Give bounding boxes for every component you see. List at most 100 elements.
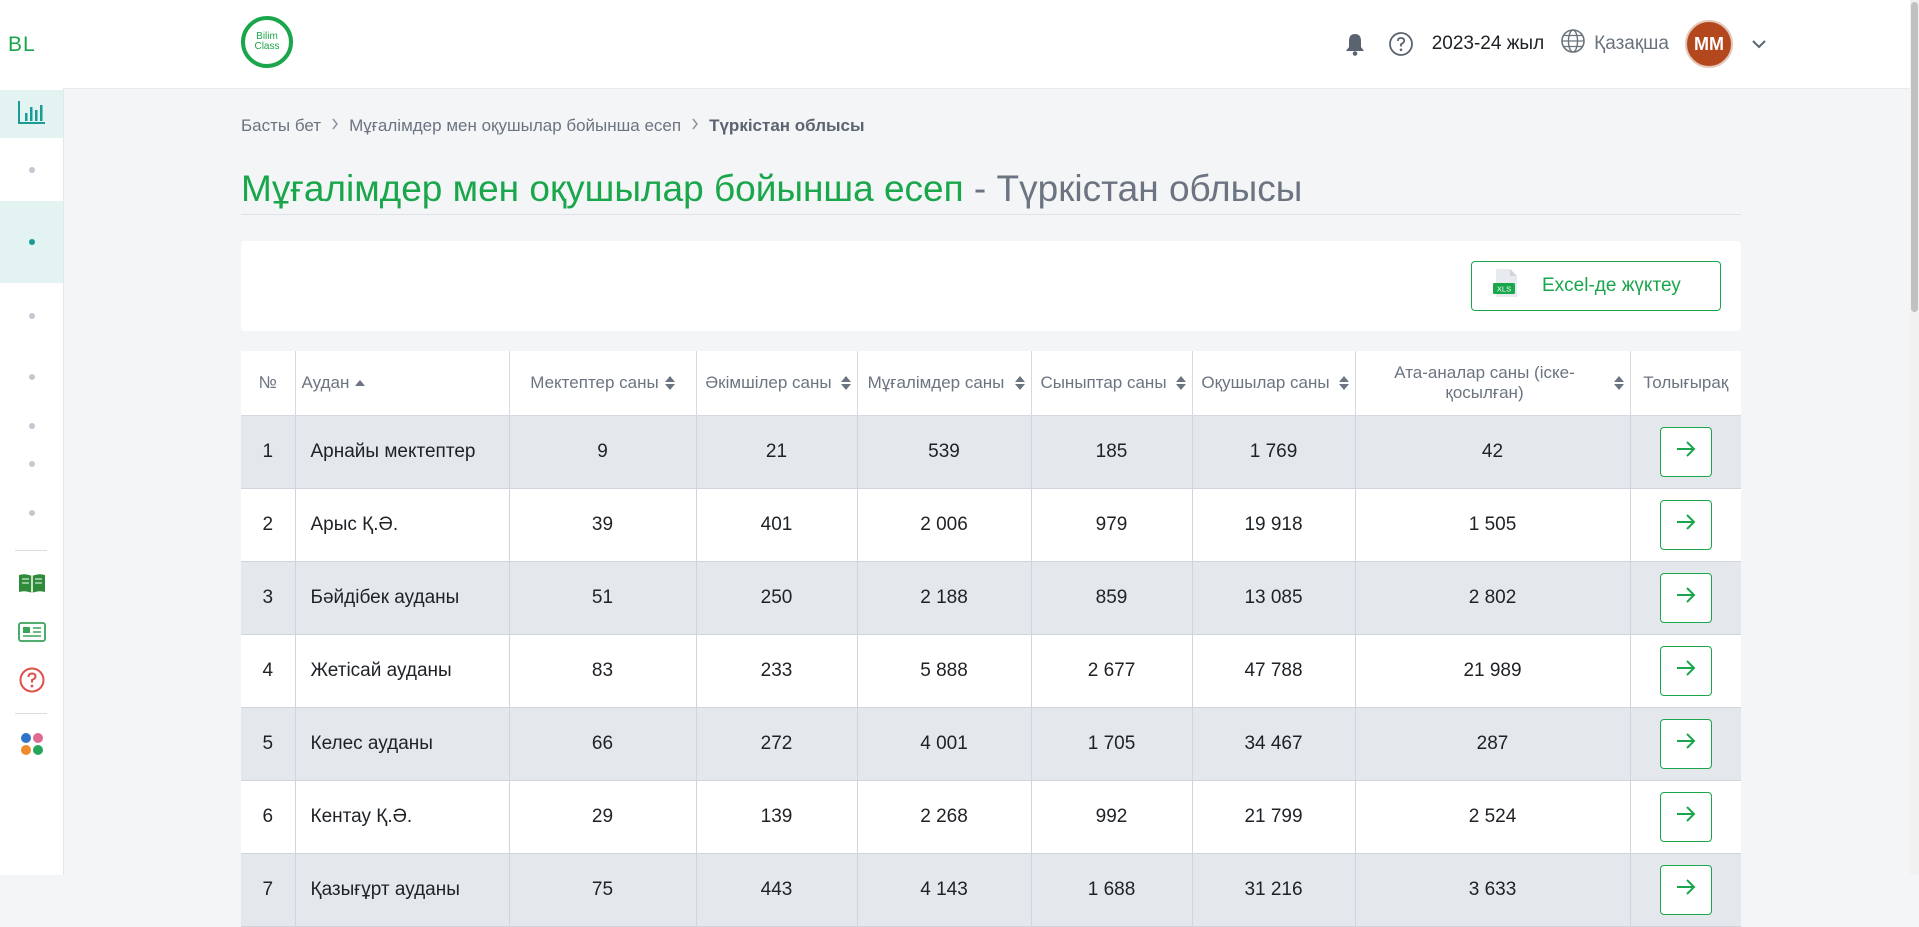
table-row: 5 Келес ауданы 66 272 4 001 1 705 34 467 287 [241,707,1741,781]
sidebar-item-2[interactable] [0,201,63,283]
cell-teachers: 5 888 [857,634,1032,708]
sidebar-item-5[interactable] [0,406,63,446]
cell-classes: 1 688 [1031,853,1193,927]
cell-district: Жетісай ауданы [295,634,510,708]
header-num: № [241,351,296,416]
cell-num: 7 [241,853,296,927]
sidebar-item-apps[interactable] [0,728,63,764]
cell-classes: 992 [1031,780,1193,854]
excel-download-label: Excel-де жүктеу [1542,275,1681,296]
sort-asc-icon [355,380,366,386]
cell-classes: 859 [1031,561,1193,635]
dot-icon [28,461,35,467]
brand-logo[interactable]: Bilim Class [241,16,293,68]
cell-teachers: 2 268 [857,780,1032,854]
header-district-label: Аудан [301,373,350,392]
chevron-right-icon [331,117,339,135]
cell-district: Бәйдібек ауданы [295,561,510,635]
cell-classes: 185 [1031,415,1193,489]
cell-num: 1 [241,415,296,489]
cell-students: 31 216 [1192,853,1356,927]
cell-district: Келес ауданы [295,707,510,781]
title-divider [241,214,1741,215]
cell-teachers: 2 006 [857,488,1032,562]
top-header: Bilim Class 2023-24 жыл Қазақша MM [63,0,1919,89]
cell-admins: 139 [696,780,858,854]
cell-students: 21 799 [1192,780,1356,854]
header-actions: 2023-24 жыл Қазақша MM [1340,0,1769,88]
header-more: Толығырақ [1630,351,1741,416]
details-button[interactable] [1659,427,1712,477]
cell-num: 2 [241,488,296,562]
chevron-down-icon[interactable] [1749,34,1769,54]
arrow-right-icon [1675,805,1697,829]
sort-icon [664,376,675,390]
header-parents-label: Ата-аналар саны (іске-қосылған) [1394,363,1575,402]
cell-students: 34 467 [1192,707,1356,781]
dot-icon [28,239,35,245]
details-button[interactable] [1659,500,1712,550]
sort-icon [1014,376,1025,390]
table-row: 3 Бәйдібек ауданы 51 250 2 188 859 13 085 2 802 [241,561,1741,635]
sidebar-item-library[interactable] [0,567,63,603]
breadcrumb-home[interactable]: Басты бет [241,116,321,136]
header-classes[interactable]: Сыныптар саны [1031,351,1193,416]
sidebar-item-1[interactable] [0,150,63,190]
cell-admins: 401 [696,488,858,562]
arrow-right-icon [1675,659,1697,683]
breadcrumb-report[interactable]: Мұғалімдер мен оқушылар бойынша есеп [349,116,681,136]
cell-more [1630,707,1741,781]
avatar[interactable]: MM [1685,20,1733,68]
xls-badge: XLS [1497,285,1511,294]
cell-schools: 83 [509,634,697,708]
sort-icon [840,376,851,390]
dot-icon [28,167,35,173]
header-schools[interactable]: Мектептер саны [509,351,697,416]
cell-classes: 1 705 [1031,707,1193,781]
details-button[interactable] [1659,646,1712,696]
cell-schools: 51 [509,561,697,635]
header-district[interactable]: Аудан [295,351,510,416]
details-button[interactable] [1659,792,1712,842]
cell-admins: 21 [696,415,858,489]
language-selector[interactable]: Қазақша [1560,28,1669,60]
excel-download-button[interactable]: XLS Excel-де жүктеу [1471,261,1721,311]
breadcrumb: Басты бет Мұғалімдер мен оқушылар бойынш… [241,116,865,136]
header-students[interactable]: Оқушылар саны [1192,351,1356,416]
arrow-right-icon [1675,586,1697,610]
header-parents[interactable]: Ата-аналар саны (іске-қосылған) [1355,351,1631,416]
header-schools-label: Мектептер саны [530,373,659,392]
header-students-label: Оқушылар саны [1201,373,1330,392]
sidebar-item-help[interactable] [0,664,63,700]
cell-num: 4 [241,634,296,708]
cell-students: 47 788 [1192,634,1356,708]
sidebar-divider [15,713,47,714]
table-row: 1 Арнайы мектептер 9 21 539 185 1 769 42 [241,415,1741,489]
bell-icon[interactable] [1340,29,1370,59]
details-button[interactable] [1659,719,1712,769]
breadcrumb-current: Түркістан облысы [709,116,865,135]
page-title-region: - Түркістан облысы [963,168,1303,209]
sidebar-item-3[interactable] [0,296,63,336]
table-row: 7 Қазығұрт ауданы 75 443 4 143 1 688 31 216 3 6… [241,853,1741,927]
sidebar-item-reports[interactable] [0,90,63,138]
sidebar-item-6[interactable] [0,444,63,484]
cell-parents: 1 505 [1355,488,1631,562]
help-circle-icon[interactable] [1386,29,1416,59]
details-button[interactable] [1659,573,1712,623]
sort-icon [1175,376,1186,390]
details-button[interactable] [1659,865,1712,915]
page-scrollbar[interactable] [1910,0,1919,875]
sort-icon [1613,376,1624,390]
header-teachers[interactable]: Мұғалімдер саны [857,351,1032,416]
sidebar-item-4[interactable] [0,357,63,397]
sidebar-item-news[interactable] [0,616,63,652]
header-teachers-label: Мұғалімдер саны [867,373,1005,392]
cell-district: Қазығұрт ауданы [295,853,510,927]
cell-more [1630,415,1741,489]
sidebar-item-7[interactable] [0,493,63,533]
header-admins[interactable]: Әкімшілер саны [696,351,858,416]
cell-num: 3 [241,561,296,635]
academic-year[interactable]: 2023-24 жыл [1432,33,1544,55]
scrollbar-thumb[interactable] [1911,2,1918,312]
